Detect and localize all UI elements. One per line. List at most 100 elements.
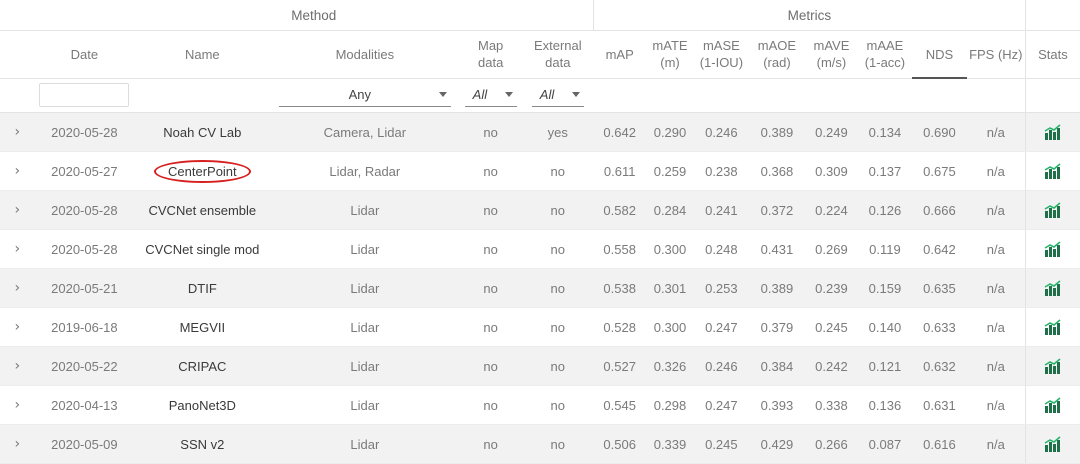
cell-mave: 0.242 [805,346,858,386]
table-row[interactable]: › 2020-05-21 DTIF Lidar no no 0.538 0.301 0.253 0… [0,268,1080,308]
cell-map-data: no [459,346,523,386]
cell-modalities: Lidar [270,190,460,230]
bar-chart-icon[interactable] [1044,241,1062,258]
map-data-select-value: All [472,87,488,103]
header-date[interactable]: Date [34,30,135,78]
cell-fps: n/a [966,268,1026,308]
header-expand [0,30,35,78]
cell-map: 0.611 [593,151,646,191]
table-row[interactable]: › 2020-04-13 PanoNet3D Lidar no no 0.545 0.298 0… [0,385,1080,425]
table-row[interactable]: › 2020-05-28 CVCNet ensemble Lidar no no 0.582… [0,190,1080,230]
cell-stats [1024,229,1080,269]
header-mate-line1: mATE [652,38,688,54]
cell-mave: 0.249 [805,112,858,152]
cell-mate: 0.339 [645,424,695,464]
cell-mave: 0.245 [805,307,858,347]
map-data-select[interactable]: All [464,83,517,108]
cell-mate: 0.326 [645,346,695,386]
header-fps[interactable]: FPS (Hz) [966,30,1026,78]
expand-cell: › [0,112,35,152]
bar-chart-icon[interactable] [1044,397,1062,414]
bar-chart-icon[interactable] [1044,436,1062,453]
cell-mase: 0.241 [694,190,749,230]
expand-cell: › [0,424,35,464]
leaderboard-table: Method Metrics Date Name Modalities Map d… [0,0,1080,464]
header-map-data[interactable]: Map data [459,30,523,78]
header-maae[interactable]: mAAE (1-acc) [857,30,913,78]
cell-nds: 0.690 [912,112,967,152]
external-data-select[interactable]: All [531,83,584,108]
cell-map: 0.527 [593,346,646,386]
table-row[interactable]: › 2020-05-22 CRIPAC Lidar no no 0.527 0.326 0.24… [0,346,1080,386]
cell-map-data: no [459,385,523,425]
cell-stats [1024,346,1080,386]
group-spacer [0,0,35,31]
modalities-select-value: Any [348,87,372,103]
cell-fps: n/a [966,346,1026,386]
cell-fps: n/a [966,190,1026,230]
cell-stats [1024,385,1080,425]
date-filter-input[interactable] [39,83,130,108]
group-method: Method [34,0,594,31]
cell-name: DTIF [134,268,271,308]
cell-mate: 0.301 [645,268,695,308]
expand-cell: › [0,190,35,230]
cell-date: 2020-05-09 [34,424,135,464]
metrics-filter-spacer [593,77,1026,113]
cell-maoe: 0.393 [748,385,806,425]
cell-maoe: 0.379 [748,307,806,347]
chevron-right-icon[interactable]: › [14,358,20,374]
cell-maae: 0.140 [857,307,913,347]
cell-map-data: no [459,268,523,308]
header-map[interactable]: mAP [593,30,646,78]
chevron-right-icon[interactable]: › [14,397,20,413]
bar-chart-icon[interactable] [1044,280,1062,297]
cell-stats [1024,307,1080,347]
bar-chart-icon[interactable] [1044,202,1062,219]
header-name[interactable]: Name [134,30,271,78]
chevron-right-icon[interactable]: › [14,124,20,140]
header-nds[interactable]: NDS [912,30,967,79]
cell-name: CVCNet single mod [134,229,271,269]
chevron-right-icon[interactable]: › [14,202,20,218]
header-mase[interactable]: mASE (1-IOU) [694,30,749,78]
cell-mave: 0.224 [805,190,858,230]
table-row[interactable]: › 2020-05-27 CenterPoint Lidar, Radar no no 0.… [0,151,1080,191]
cell-external-data: no [522,229,594,269]
bar-chart-icon[interactable] [1044,124,1062,141]
header-mate[interactable]: mATE (m) [645,30,695,78]
bar-chart-icon[interactable] [1044,358,1062,375]
cell-map-data: no [459,229,523,269]
header-external-data[interactable]: External data [522,30,594,78]
group-header-row: Method Metrics [0,0,1080,31]
cell-external-data: no [522,151,594,191]
table-row[interactable]: › 2020-05-28 CVCNet single mod Lidar no no 0.5… [0,229,1080,269]
header-modalities[interactable]: Modalities [270,30,460,78]
chevron-right-icon[interactable]: › [14,436,20,452]
header-stats: Stats [1024,30,1080,78]
chevron-right-icon[interactable]: › [14,163,20,179]
cell-map: 0.582 [593,190,646,230]
cell-mase: 0.246 [694,112,749,152]
table-row[interactable]: › 2019-06-18 MEGVII Lidar no no 0.528 0.300 0.24… [0,307,1080,347]
cell-mave: 0.338 [805,385,858,425]
cell-date: 2020-04-13 [34,385,135,425]
chevron-right-icon[interactable]: › [14,319,20,335]
header-maoe[interactable]: mAOE (rad) [748,30,806,78]
table-row[interactable]: › 2020-05-09 SSN v2 Lidar no no 0.506 0.339 0.24… [0,424,1080,464]
bar-chart-icon[interactable] [1044,319,1062,336]
cell-external-data: no [522,346,594,386]
cell-name: PanoNet3D [134,385,271,425]
cell-name: MEGVII [134,307,271,347]
table-row[interactable]: › 2020-05-28 Noah CV Lab Camera, Lidar no yes… [0,112,1080,152]
cell-date: 2020-05-27 [34,151,135,191]
bar-chart-icon[interactable] [1044,163,1062,180]
chevron-right-icon[interactable]: › [14,241,20,257]
chevron-right-icon[interactable]: › [14,280,20,296]
modalities-select[interactable]: Any [278,83,451,108]
header-mave[interactable]: mAVE (m/s) [805,30,858,78]
cell-mave: 0.269 [805,229,858,269]
cell-maae: 0.087 [857,424,913,464]
cell-map: 0.538 [593,268,646,308]
header-maae-line2: (1-acc) [864,55,906,71]
